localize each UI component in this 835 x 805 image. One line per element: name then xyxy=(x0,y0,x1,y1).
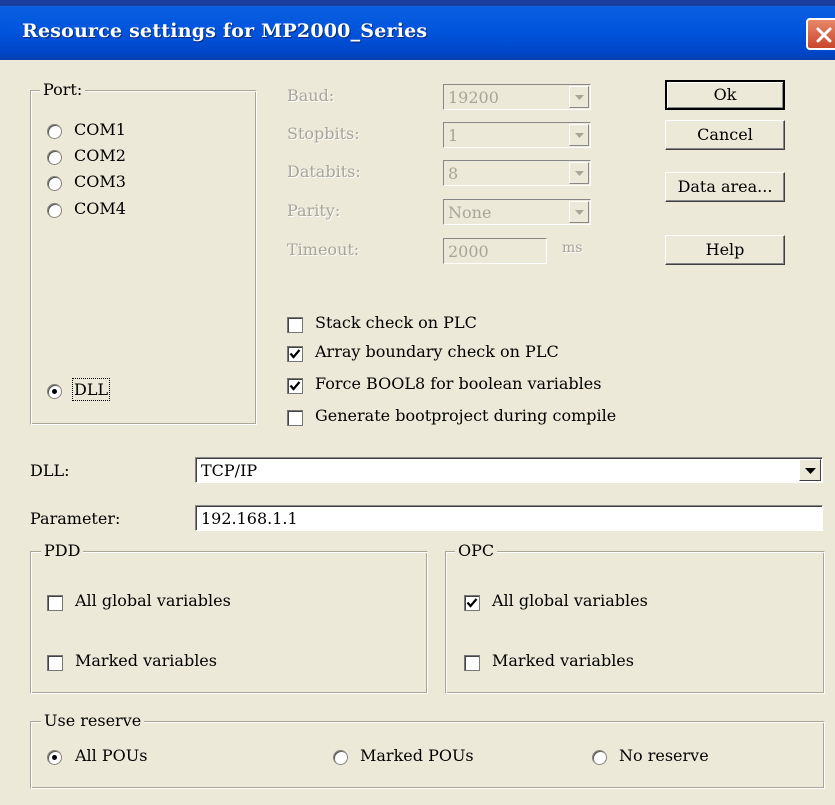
stack-check-label: Stack check on PLC xyxy=(315,313,477,332)
databits-value: 8 xyxy=(448,164,459,183)
parity-dropdown-arrow xyxy=(569,201,589,223)
title-bar-top-edge xyxy=(0,0,835,6)
chevron-down-icon xyxy=(805,468,816,474)
parameter-label: Parameter: xyxy=(30,509,121,528)
dll-dropdown-button[interactable] xyxy=(799,459,821,481)
stopbits-dropdown-arrow xyxy=(569,124,589,146)
timeout-unit: ms xyxy=(562,240,583,256)
parity-label: Parity: xyxy=(287,201,341,220)
reserve-group-title: Use reserve xyxy=(41,711,145,730)
radio-com1[interactable] xyxy=(47,124,62,139)
opc-all-global-checkbox[interactable] xyxy=(464,595,480,611)
bootproject-label: Generate bootproject during compile xyxy=(315,406,617,425)
timeout-label: Timeout: xyxy=(287,240,360,259)
array-boundary-checkbox[interactable] xyxy=(287,346,303,362)
opc-all-global-label: All global variables xyxy=(492,591,648,610)
dll-select[interactable]: TCP/IP xyxy=(195,457,823,483)
timeout-value: 2000 xyxy=(448,242,489,261)
parameter-input[interactable]: 192.168.1.1 xyxy=(195,505,823,531)
databits-label: Databits: xyxy=(287,162,361,181)
pdd-group xyxy=(30,551,428,694)
com2-label: COM2 xyxy=(74,146,126,165)
baud-label: Baud: xyxy=(287,86,335,105)
opc-marked-checkbox[interactable] xyxy=(464,655,480,671)
port-group xyxy=(30,90,257,425)
radio-all-pous[interactable] xyxy=(47,750,62,765)
pdd-all-global-label: All global variables xyxy=(75,591,231,610)
pdd-marked-checkbox[interactable] xyxy=(47,655,63,671)
checkmark-icon xyxy=(289,349,301,359)
title-bar[interactable]: Resource settings for MP2000_Series xyxy=(0,0,835,60)
checkmark-icon xyxy=(289,381,301,391)
com1-label: COM1 xyxy=(74,120,126,139)
chevron-down-icon xyxy=(575,95,584,100)
parity-select: None xyxy=(443,199,591,225)
checkmark-icon xyxy=(466,598,478,608)
force-bool8-checkbox[interactable] xyxy=(287,378,303,394)
radio-com3[interactable] xyxy=(47,176,62,191)
close-icon xyxy=(816,27,832,43)
baud-value: 19200 xyxy=(448,88,499,107)
opc-group-title: OPC xyxy=(455,541,498,560)
radio-com4[interactable] xyxy=(47,203,62,218)
radio-dll[interactable] xyxy=(47,384,62,399)
no-reserve-label: No reserve xyxy=(619,746,709,765)
parity-value: None xyxy=(448,203,492,222)
radio-com2[interactable] xyxy=(47,150,62,165)
stack-check-checkbox[interactable] xyxy=(287,317,303,333)
cancel-button[interactable]: Cancel xyxy=(665,120,785,150)
stopbits-select: 1 xyxy=(443,122,591,148)
chevron-down-icon xyxy=(575,210,584,215)
ok-button[interactable]: Ok xyxy=(665,80,785,110)
chevron-down-icon xyxy=(575,171,584,176)
opc-group xyxy=(445,551,825,694)
pdd-all-global-checkbox[interactable] xyxy=(47,595,63,611)
bootproject-checkbox[interactable] xyxy=(287,410,303,426)
baud-select: 19200 xyxy=(443,84,591,110)
force-bool8-label: Force BOOL8 for boolean variables xyxy=(315,374,602,393)
com3-label: COM3 xyxy=(74,172,126,191)
parameter-value: 192.168.1.1 xyxy=(201,509,298,528)
com4-label: COM4 xyxy=(74,199,126,218)
pdd-marked-label: Marked variables xyxy=(75,651,217,670)
array-boundary-label: Array boundary check on PLC xyxy=(315,342,559,361)
dll-option-label: DLL xyxy=(71,378,111,401)
help-button[interactable]: Help xyxy=(665,235,785,265)
chevron-down-icon xyxy=(575,133,584,138)
dll-value: TCP/IP xyxy=(201,461,258,480)
databits-select: 8 xyxy=(443,160,591,186)
stopbits-label: Stopbits: xyxy=(287,124,360,143)
window-title: Resource settings for MP2000_Series xyxy=(22,20,428,42)
close-button[interactable] xyxy=(806,18,835,50)
dll-label: DLL: xyxy=(30,461,70,480)
timeout-input: 2000 xyxy=(443,238,547,264)
stopbits-value: 1 xyxy=(448,126,459,145)
data-area-button[interactable]: Data area... xyxy=(665,172,785,202)
all-pous-label: All POUs xyxy=(75,746,148,765)
radio-selected-dot xyxy=(52,389,57,394)
port-group-title: Port: xyxy=(40,80,86,99)
radio-marked-pous[interactable] xyxy=(333,750,348,765)
radio-selected-dot xyxy=(52,755,57,760)
radio-no-reserve[interactable] xyxy=(592,750,607,765)
resource-settings-dialog: Resource settings for MP2000_Series Port… xyxy=(0,0,835,805)
pdd-group-title: PDD xyxy=(41,541,84,560)
opc-marked-label: Marked variables xyxy=(492,651,634,670)
marked-pous-label: Marked POUs xyxy=(360,746,474,765)
databits-dropdown-arrow xyxy=(569,162,589,184)
baud-dropdown-arrow xyxy=(569,86,589,108)
